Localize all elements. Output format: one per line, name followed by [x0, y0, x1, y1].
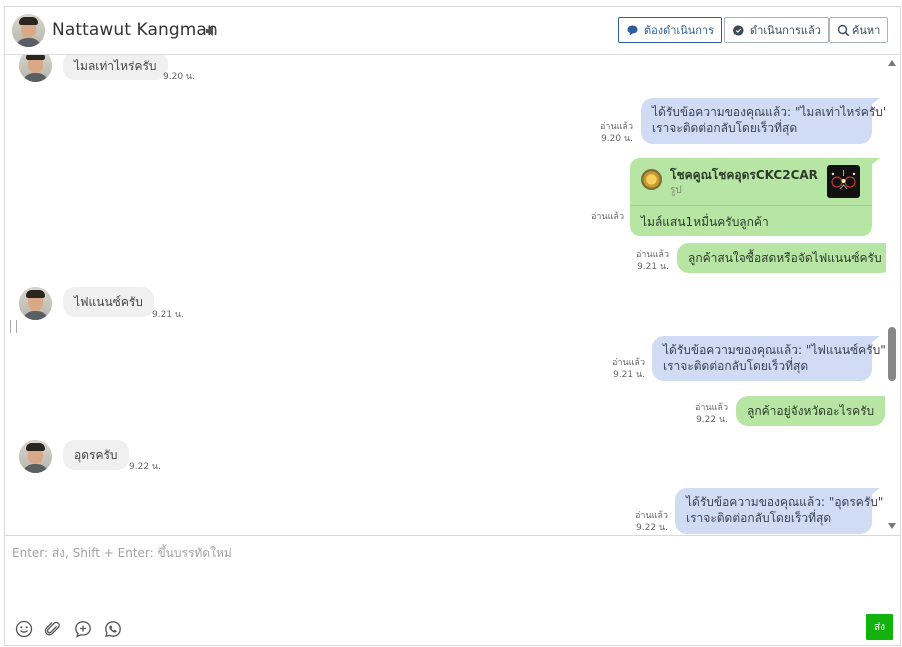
- message-time: 9.20 น.: [601, 134, 633, 144]
- bubble-tail: [871, 98, 880, 105]
- search-icon: [837, 24, 850, 36]
- read-status: อ่านแล้ว: [635, 511, 668, 521]
- emoji-icon[interactable]: [15, 620, 33, 638]
- done-button-label: ดำเนินการแล้ว: [750, 24, 821, 37]
- send-button[interactable]: ส่ง: [866, 614, 893, 640]
- done-button[interactable]: ดำเนินการแล้ว: [724, 17, 829, 43]
- bubble-tail: [871, 396, 880, 403]
- message-input[interactable]: Enter: ส่ง, Shift + Enter: ขึ้นบรรทัดใหม…: [12, 544, 232, 563]
- message-list[interactable]: ไมลเท่าไหร่ครับ 9.20 น. อ่านแล้ว 9.20 น.…: [5, 55, 886, 534]
- message-meta: อ่านแล้ว 9.22 น.: [692, 402, 728, 426]
- bubble-tail: [871, 336, 880, 343]
- auto-reply-line: เราจะติดต่อกลับโดยเร็วที่สุด: [652, 121, 798, 135]
- chat-bubble-icon: [627, 25, 638, 35]
- read-status: อ่านแล้ว: [612, 358, 645, 368]
- message-time: 9.21 น.: [637, 262, 669, 272]
- todo-button[interactable]: ต้องดำเนินการ: [618, 17, 722, 43]
- message-time: 9.22 น.: [129, 462, 161, 472]
- outgoing-message[interactable]: ลูกค้าอยู่จังหวัดอะไรครับ: [736, 396, 886, 426]
- resize-handle[interactable]: [10, 320, 17, 333]
- contact-name[interactable]: Nattawut Kangman: [52, 20, 218, 40]
- message-time: 9.22 น.: [696, 415, 728, 425]
- speaker-icon[interactable]: [205, 25, 219, 37]
- bubble-tail: [871, 243, 880, 250]
- outgoing-message[interactable]: ลูกค้าสนใจซื้อสดหรือจัดไฟแนนซ์ครับ: [677, 243, 886, 273]
- read-status: อ่านแล้ว: [695, 403, 728, 413]
- auto-reply-line: ได้รับข้อความของคุณแล้ว: "อุดรครับ": [686, 495, 884, 509]
- message-time: 9.21 น.: [152, 310, 184, 320]
- auto-reply-line: ได้รับข้อความของคุณแล้ว: "ไมลเท่าไหร่ครั…: [652, 105, 886, 119]
- incoming-message[interactable]: ไมลเท่าไหร่ครับ: [63, 55, 168, 80]
- card-shop-name: โชคคูณโชคอุดรCKC2CAR: [670, 168, 818, 182]
- message-time: 9.22 น.: [636, 523, 668, 533]
- auto-reply-message[interactable]: ได้รับข้อความของคุณแล้ว: "อุดรครับ" เราจ…: [675, 488, 884, 534]
- shop-logo-icon: [641, 169, 662, 190]
- bubble-tail: [871, 488, 880, 495]
- card-message: ไมล์แสน1หมื่นครับลูกค้า: [641, 215, 769, 229]
- message-time: 9.21 น.: [613, 370, 645, 380]
- shared-image-card[interactable]: โชคคูณโชคอุดรCKC2CAR รูป ไมล์แสน1หมื่นคร…: [630, 158, 872, 236]
- auto-reply-line: เราจะติดต่อกลับโดยเร็วที่สุด: [686, 511, 832, 525]
- contact-avatar: [19, 55, 52, 82]
- scroll-down-icon[interactable]: [888, 523, 896, 529]
- todo-button-label: ต้องดำเนินการ: [644, 24, 714, 37]
- search-button-label: ค้นหา: [852, 24, 881, 37]
- message-meta: อ่านแล้ว 9.21 น.: [607, 357, 645, 381]
- night-lights-icon: [831, 170, 856, 190]
- image-thumbnail[interactable]: [827, 165, 860, 198]
- call-icon[interactable]: [104, 620, 122, 638]
- auto-reply-message[interactable]: ได้รับข้อความของคุณแล้ว: "ไฟแนนซ์ครับ" เ…: [652, 336, 886, 381]
- card-type: รูป: [670, 185, 682, 196]
- message-time: 9.20 น.: [163, 72, 195, 82]
- add-quick-reply-icon[interactable]: [74, 620, 92, 638]
- message-meta: อ่านแล้ว 9.20 น.: [595, 121, 633, 145]
- incoming-message[interactable]: อุดรครับ: [63, 440, 129, 470]
- incoming-message[interactable]: ไฟแนนซ์ครับ: [63, 287, 154, 317]
- contact-avatar: [19, 440, 52, 473]
- chat-check-icon: [733, 24, 744, 35]
- auto-reply-message[interactable]: ได้รับข้อความของคุณแล้ว: "ไมลเท่าไหร่ครั…: [641, 98, 886, 144]
- message-scrollbar[interactable]: [885, 55, 900, 534]
- auto-reply-line: เราจะติดต่อกลับโดยเร็วที่สุด: [663, 359, 809, 373]
- read-status: อ่านแล้ว: [600, 122, 633, 132]
- read-status: อ่านแล้ว: [636, 250, 669, 260]
- attachment-icon[interactable]: [44, 620, 62, 638]
- scroll-up-icon[interactable]: [888, 60, 896, 66]
- contact-avatar[interactable]: [12, 14, 45, 47]
- bubble-tail: [871, 158, 880, 165]
- card-divider: [630, 205, 872, 206]
- scroll-thumb[interactable]: [888, 327, 896, 381]
- auto-reply-line: ได้รับข้อความของคุณแล้ว: "ไฟแนนซ์ครับ": [663, 343, 886, 357]
- message-meta: อ่านแล้ว 9.21 น.: [633, 249, 669, 273]
- message-meta: อ่านแล้ว 9.22 น.: [630, 510, 668, 534]
- search-button[interactable]: ค้นหา: [829, 17, 889, 43]
- read-status: อ่านแล้ว: [591, 212, 624, 222]
- contact-avatar: [19, 287, 52, 320]
